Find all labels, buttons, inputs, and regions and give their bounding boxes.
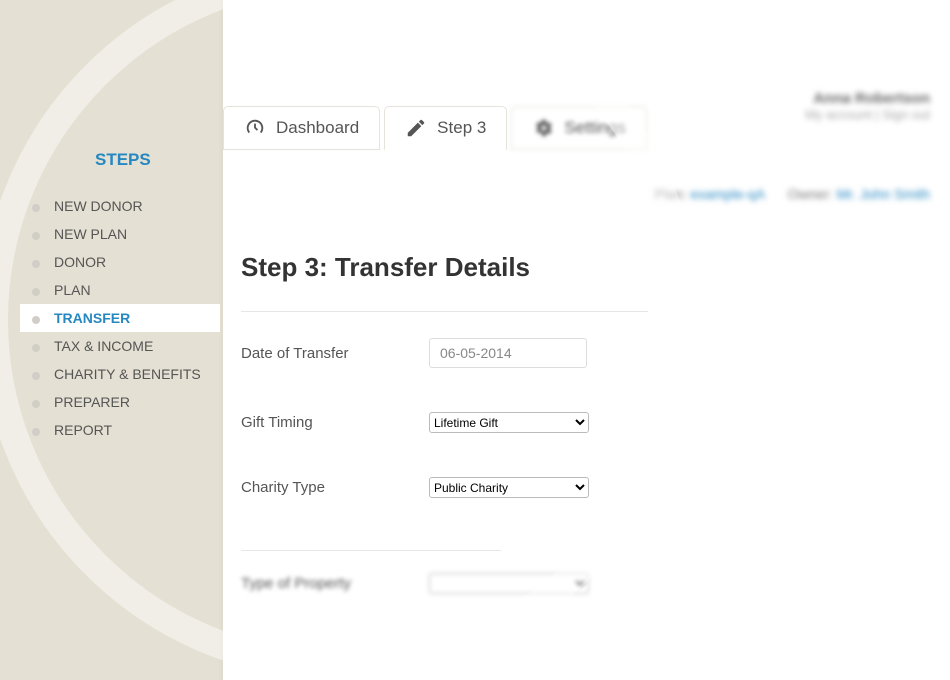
form-row-gift-timing: Gift Timing Lifetime Gift bbox=[241, 390, 932, 455]
meta-owner-label: Owner: bbox=[788, 186, 833, 202]
sidebar-item-label: PLAN bbox=[54, 282, 91, 298]
form-row-charity-type: Charity Type Public Charity bbox=[241, 455, 932, 520]
sidebar-item-label: PREPARER bbox=[54, 394, 130, 410]
step-bullet-icon bbox=[32, 288, 40, 296]
step-bullet-icon bbox=[32, 428, 40, 436]
step-bullet-icon bbox=[32, 316, 40, 324]
pencil-icon bbox=[405, 117, 427, 139]
step-bullet-icon bbox=[32, 260, 40, 268]
tab-settings[interactable]: Settings bbox=[511, 106, 646, 150]
user-header: Anna Robertson My account | Sign out bbox=[805, 90, 930, 122]
sidebar-item-label: NEW DONOR bbox=[54, 198, 143, 214]
tab-label: Settings bbox=[564, 118, 625, 138]
steps-sidebar: STEPS NEW DONOR NEW PLAN DONOR PLAN TRANSFER… bbox=[20, 150, 220, 444]
sidebar-item-charity-benefits[interactable]: CHARITY & BENEFITS bbox=[20, 360, 220, 388]
sidebar-item-label: TRANSFER bbox=[54, 310, 130, 326]
step-bullet-icon bbox=[32, 232, 40, 240]
input-date-of-transfer[interactable] bbox=[429, 338, 587, 368]
tab-label: Step 3 bbox=[437, 118, 486, 138]
tabs-container: Dashboard Step 3 Settings bbox=[223, 106, 647, 150]
sidebar-item-transfer[interactable]: TRANSFER bbox=[20, 304, 220, 332]
sidebar-item-report[interactable]: REPORT bbox=[20, 416, 220, 444]
sidebar-item-preparer[interactable]: PREPARER bbox=[20, 388, 220, 416]
sidebar-item-donor[interactable]: DONOR bbox=[20, 248, 220, 276]
label-type-of-property: Type of Property bbox=[241, 575, 429, 592]
select-type-of-property[interactable] bbox=[429, 573, 589, 594]
step-bullet-icon bbox=[32, 344, 40, 352]
meta-line: Plan: example-qA Owner: Mr. John Smith bbox=[655, 186, 930, 202]
sidebar-item-tax-income[interactable]: TAX & INCOME bbox=[20, 332, 220, 360]
step-bullet-icon bbox=[32, 372, 40, 380]
user-name: Anna Robertson bbox=[805, 90, 930, 107]
sidebar-item-new-donor[interactable]: NEW DONOR bbox=[20, 192, 220, 220]
label-date-of-transfer: Date of Transfer bbox=[241, 345, 429, 362]
label-charity-type: Charity Type bbox=[241, 479, 429, 496]
sidebar-item-label: NEW PLAN bbox=[54, 226, 127, 242]
sidebar-item-plan[interactable]: PLAN bbox=[20, 276, 220, 304]
tab-content: Step 3: Transfer Details Date of Transfe… bbox=[241, 152, 932, 680]
divider bbox=[241, 311, 648, 312]
sidebar-item-new-plan[interactable]: NEW PLAN bbox=[20, 220, 220, 248]
dashboard-icon bbox=[244, 117, 266, 139]
page-title: Step 3: Transfer Details bbox=[241, 252, 932, 283]
gears-icon bbox=[532, 117, 554, 139]
sidebar-item-label: DONOR bbox=[54, 254, 106, 270]
sidebar-item-label: TAX & INCOME bbox=[54, 338, 153, 354]
step-bullet-icon bbox=[32, 204, 40, 212]
sidebar-title: STEPS bbox=[20, 150, 220, 192]
label-gift-timing: Gift Timing bbox=[241, 414, 429, 431]
form-row-date-of-transfer: Date of Transfer bbox=[241, 316, 932, 390]
step-bullet-icon bbox=[32, 400, 40, 408]
select-charity-type[interactable]: Public Charity bbox=[429, 477, 589, 498]
meta-plan-label: Plan: bbox=[655, 186, 687, 202]
sidebar-item-label: REPORT bbox=[54, 422, 112, 438]
tab-dashboard[interactable]: Dashboard bbox=[223, 106, 380, 150]
select-gift-timing[interactable]: Lifetime Gift bbox=[429, 412, 589, 433]
form-row-type-of-property: Type of Property bbox=[241, 551, 932, 616]
sidebar-items-container: NEW DONOR NEW PLAN DONOR PLAN TRANSFER TAX & … bbox=[20, 192, 220, 444]
tab-label: Dashboard bbox=[276, 118, 359, 138]
user-account-links[interactable]: My account | Sign out bbox=[805, 107, 930, 122]
meta-owner-link[interactable]: Mr. John Smith bbox=[837, 186, 930, 202]
sidebar-item-label: CHARITY & BENEFITS bbox=[54, 366, 201, 382]
tab-step-3[interactable]: Step 3 bbox=[384, 106, 507, 150]
meta-plan-link[interactable]: example-qA bbox=[690, 186, 764, 202]
